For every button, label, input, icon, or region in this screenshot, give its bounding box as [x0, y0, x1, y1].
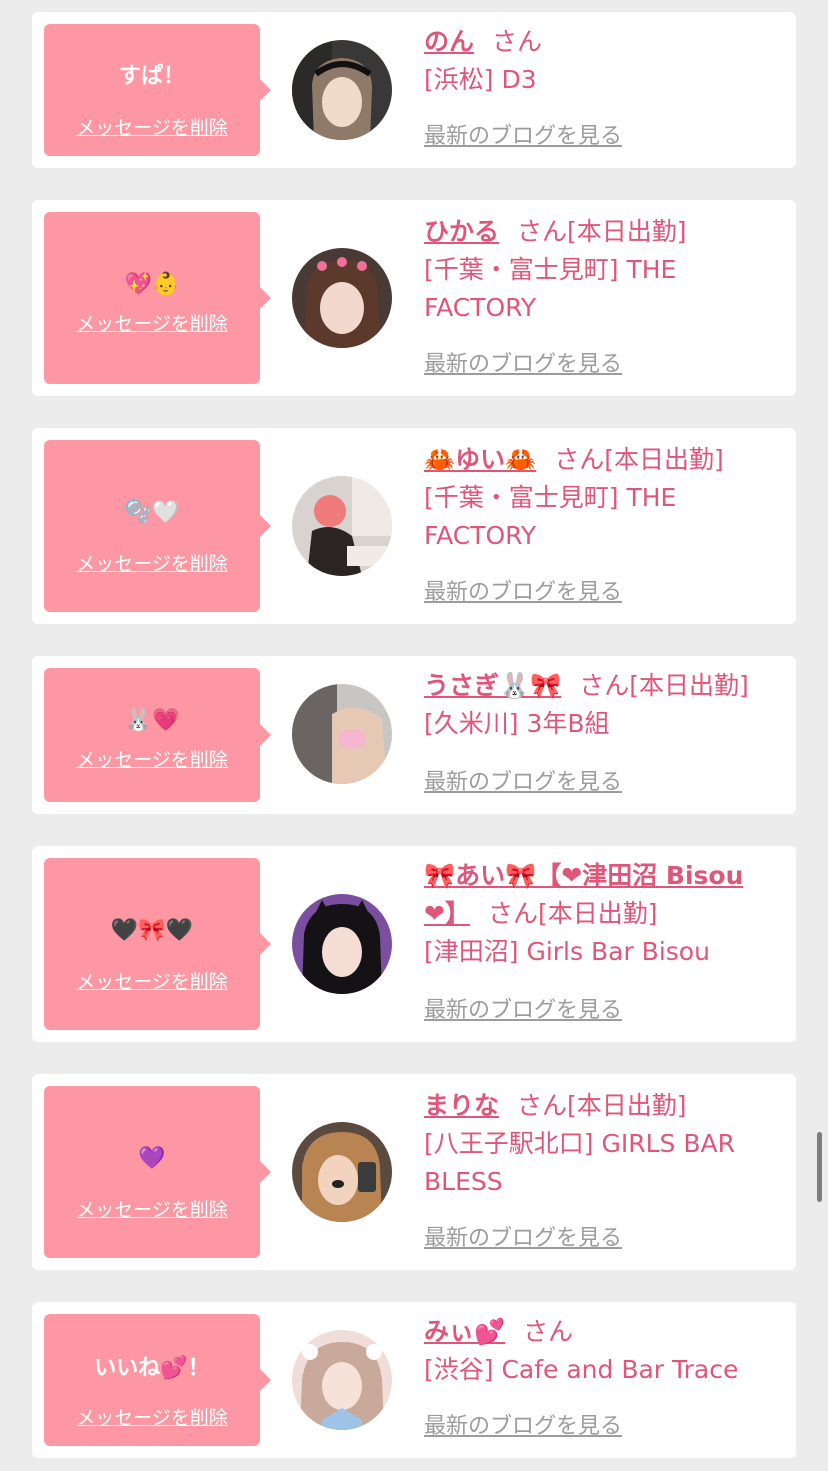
message-text: すぱ！ — [118, 64, 185, 89]
scrollbar[interactable] — [817, 1132, 822, 1202]
girl-name-link[interactable]: のん — [424, 27, 474, 56]
avatar[interactable] — [292, 1122, 392, 1222]
name-line: 🦀ゆい🦀 さん[本日出勤] — [424, 441, 780, 479]
avatar[interactable] — [292, 40, 392, 140]
name-suffix: さん[本日出勤] — [517, 217, 687, 246]
latest-blog-link[interactable]: 最新のブログを見る — [424, 1413, 622, 1441]
name-line: のん さん — [424, 23, 780, 61]
name-line: みぃ💕 さん — [424, 1313, 780, 1351]
message-text: 🐰💗 — [124, 708, 180, 733]
name-suffix: さん[本日出勤] — [579, 671, 749, 700]
name-line: ひかる さん[本日出勤] — [424, 213, 780, 251]
avatar[interactable] — [292, 248, 392, 348]
shop-label: [津田沼] Girls Bar Bisou — [424, 937, 710, 966]
message-text: 💜 — [138, 1146, 166, 1171]
shop-label: [久米川] 3年B組 — [424, 709, 610, 738]
girl-name-link[interactable]: 🦀ゆい🦀 — [424, 445, 536, 474]
latest-blog-link[interactable]: 最新のブログを見る — [424, 579, 622, 607]
message-bubble: 🖤🎀🖤 メッセージを削除 — [44, 858, 271, 1030]
message-card: 🫧🤍 メッセージを削除 🦀ゆい🦀 さん[本日出勤] [千葉・富士見町] THE F… — [32, 428, 796, 624]
name-line: まりな さん[本日出勤] — [424, 1087, 780, 1125]
name-suffix: さん — [523, 1317, 574, 1346]
profile-info: のん さん [浜松] D3 — [424, 23, 780, 99]
message-bubble: 💖👶 メッセージを削除 — [44, 212, 271, 384]
message-text: 🖤🎀🖤 — [110, 918, 194, 943]
message-text: 🫧🤍 — [124, 500, 180, 525]
name-suffix: さん[本日出勤] — [517, 1091, 687, 1120]
shop-label: [渋谷] Cafe and Bar Trace — [424, 1355, 739, 1384]
girl-name-link[interactable]: みぃ💕 — [424, 1317, 505, 1346]
girl-name-link[interactable]: うさぎ🐰🎀 — [424, 671, 561, 700]
name-suffix: さん[本日出勤] — [487, 899, 658, 928]
delete-message-link[interactable]: メッセージを削除 — [44, 552, 260, 576]
shop-label: [千葉・富士見町] THE FACTORY — [424, 255, 677, 322]
profile-info: ひかる さん[本日出勤] [千葉・富士見町] THE FACTORY — [424, 213, 780, 327]
delete-message-link[interactable]: メッセージを削除 — [44, 1406, 260, 1430]
latest-blog-link[interactable]: 最新のブログを見る — [424, 351, 622, 379]
latest-blog-link[interactable]: 最新のブログを見る — [424, 123, 622, 151]
shop-label: [浜松] D3 — [424, 65, 537, 94]
message-bubble: 💜 メッセージを削除 — [44, 1086, 271, 1258]
avatar[interactable] — [292, 476, 392, 576]
girl-name-link[interactable]: 🎀あい🎀【❤津田沼 Bisou — [424, 861, 743, 890]
delete-message-link[interactable]: メッセージを削除 — [44, 970, 260, 994]
delete-message-link[interactable]: メッセージを削除 — [44, 312, 260, 336]
girl-name-link[interactable]: まりな — [424, 1091, 499, 1120]
message-bubble: すぱ！ メッセージを削除 — [44, 24, 271, 156]
delete-message-link[interactable]: メッセージを削除 — [44, 116, 260, 140]
message-card: すぱ！ メッセージを削除 のん さん [浜松] D3 最新のブログを見る — [32, 12, 796, 168]
message-card: 💜 メッセージを削除 まりな さん[本日出勤] [八王子駅北口] GIRLS BA… — [32, 1074, 796, 1270]
name-line: 🎀あい🎀【❤津田沼 Bisou — [424, 857, 780, 895]
profile-info: 🦀ゆい🦀 さん[本日出勤] [千葉・富士見町] THE FACTORY — [424, 441, 780, 555]
message-text: 💖👶 — [124, 272, 180, 297]
girl-name-link-cont[interactable]: ❤】 — [424, 899, 470, 928]
shop-label: [千葉・富士見町] THE FACTORY — [424, 483, 677, 550]
latest-blog-link[interactable]: 最新のブログを見る — [424, 1225, 622, 1253]
name-line-2: ❤】 さん[本日出勤] — [424, 895, 780, 933]
delete-message-link[interactable]: メッセージを削除 — [44, 1198, 260, 1222]
message-card: 🐰💗 メッセージを削除 うさぎ🐰🎀 さん[本日出勤] [久米川] 3年B組 最新の… — [32, 656, 796, 814]
avatar[interactable] — [292, 684, 392, 784]
profile-info: まりな さん[本日出勤] [八王子駅北口] GIRLS BAR BLESS — [424, 1087, 780, 1201]
girl-name-link[interactable]: ひかる — [424, 217, 499, 246]
name-suffix: さん[本日出勤] — [554, 445, 724, 474]
profile-info: 🎀あい🎀【❤津田沼 Bisou ❤】 さん[本日出勤] [津田沼] Girls B… — [424, 857, 780, 971]
message-bubble: いいね💕！ メッセージを削除 — [44, 1314, 271, 1446]
profile-info: うさぎ🐰🎀 さん[本日出勤] [久米川] 3年B組 — [424, 667, 780, 743]
name-suffix: さん — [492, 27, 543, 56]
message-bubble: 🐰💗 メッセージを削除 — [44, 668, 271, 802]
latest-blog-link[interactable]: 最新のブログを見る — [424, 997, 622, 1025]
profile-info: みぃ💕 さん [渋谷] Cafe and Bar Trace — [424, 1313, 780, 1389]
avatar[interactable] — [292, 1330, 392, 1430]
avatar[interactable] — [292, 894, 392, 994]
message-text: いいね💕！ — [94, 1356, 210, 1381]
latest-blog-link[interactable]: 最新のブログを見る — [424, 769, 622, 797]
message-card: いいね💕！ メッセージを削除 みぃ💕 さん [渋谷] Cafe and Bar T… — [32, 1302, 796, 1458]
message-card: 💖👶 メッセージを削除 ひかる さん[本日出勤] [千葉・富士見町] THE FA… — [32, 200, 796, 396]
message-bubble: 🫧🤍 メッセージを削除 — [44, 440, 271, 612]
shop-label: [八王子駅北口] GIRLS BAR BLESS — [424, 1129, 735, 1196]
message-card: 🖤🎀🖤 メッセージを削除 🎀あい🎀【❤津田沼 Bisou ❤】 さん[本日出勤] … — [32, 846, 796, 1042]
delete-message-link[interactable]: メッセージを削除 — [44, 748, 260, 772]
name-line: うさぎ🐰🎀 さん[本日出勤] — [424, 667, 780, 705]
